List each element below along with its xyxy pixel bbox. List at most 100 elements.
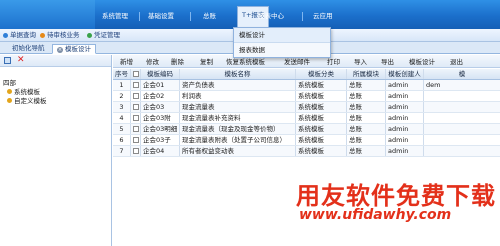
menu-system-admin[interactable]: 系统管理 — [102, 9, 128, 23]
menu-basic-settings[interactable]: 基础设置 — [148, 9, 174, 23]
table-header-row: 序号 模板编码 模板名称 模板分类 所属模块 模板创建人 模 — [113, 69, 500, 80]
checkbox[interactable] — [132, 71, 139, 77]
close-tab-icon[interactable]: × — [57, 47, 63, 53]
menu-general-ledger[interactable]: 总账 — [203, 9, 216, 23]
header-select-all[interactable] — [131, 69, 141, 79]
tree-toolbar: ✕ — [0, 55, 111, 67]
row-index: 1 — [113, 80, 131, 90]
row-template-category: 系统模板 — [296, 113, 347, 123]
tab-label: 模板设计 — [65, 45, 91, 53]
checkbox[interactable] — [132, 104, 139, 110]
row-template-code: 企会03明细 — [141, 124, 180, 134]
table-row[interactable]: 1 企会01 资产负债表 系统模板 总账 admin dem — [113, 80, 500, 91]
table-row[interactable]: 5 企会03明细 现金流量表（现金及现金等价物） 系统模板 总账 admin — [113, 124, 500, 135]
restore-system-template-button[interactable]: 恢复系统模板 — [226, 58, 265, 66]
quick-link-document-query[interactable]: 单据查询 — [3, 31, 36, 40]
header-template-name[interactable]: 模板名称 — [180, 69, 296, 79]
checkbox[interactable] — [132, 137, 139, 143]
print-button[interactable]: 打印 — [327, 58, 340, 66]
template-design-button[interactable]: 模板设计 — [409, 58, 435, 66]
row-template-category: 系统模板 — [296, 135, 347, 145]
quick-link-pending-review[interactable]: 待审核业务 — [40, 31, 80, 40]
header-module[interactable]: 所属模块 — [347, 69, 386, 79]
dropdown-item-report-data[interactable]: 报表数据 — [234, 43, 330, 58]
row-select[interactable] — [131, 135, 141, 145]
row-select[interactable] — [131, 91, 141, 101]
row-index: 6 — [113, 135, 131, 145]
row-creator: admin — [386, 146, 424, 156]
logo-area — [0, 0, 95, 29]
row-select[interactable] — [131, 80, 141, 90]
watermark-url: www.ufidawhy.com — [299, 207, 452, 223]
row-template-category: 系统模板 — [296, 80, 347, 90]
row-template-name: 所有者权益变动表 — [180, 146, 296, 156]
row-extra — [424, 91, 500, 101]
add-button[interactable]: 新增 — [120, 58, 133, 66]
folder-icon — [7, 89, 12, 94]
row-select[interactable] — [131, 113, 141, 123]
quick-link-label: 待审核业务 — [47, 31, 80, 39]
row-module: 总账 — [347, 146, 386, 156]
table-row[interactable]: 7 企会04 所有者权益变动表 系统模板 总账 admin — [113, 146, 500, 157]
checkbox[interactable] — [132, 93, 139, 99]
checkbox[interactable] — [132, 115, 139, 121]
quick-link-voucher-management[interactable]: 凭证管理 — [87, 31, 120, 40]
row-template-code: 企会03 — [141, 102, 180, 112]
row-creator: admin — [386, 102, 424, 112]
row-creator: admin — [386, 124, 424, 134]
row-extra — [424, 135, 500, 145]
row-select[interactable] — [131, 146, 141, 156]
tab-template-design[interactable]: × 模板设计 — [52, 44, 96, 54]
row-template-code: 企会01 — [141, 80, 180, 90]
quick-link-label: 单据查询 — [10, 31, 36, 39]
edit-icon[interactable] — [4, 57, 11, 64]
row-template-code: 企会04 — [141, 146, 180, 156]
send-email-button[interactable]: 发送邮件 — [284, 58, 310, 66]
row-module: 总账 — [347, 124, 386, 134]
row-template-name: 资产负债表 — [180, 80, 296, 90]
checkbox[interactable] — [132, 126, 139, 132]
template-tree-panel: ✕ 四部 系统模板 自定义模板 — [0, 55, 112, 246]
row-index: 4 — [113, 113, 131, 123]
table-row[interactable]: 2 企会02 利润表 系统模板 总账 admin — [113, 91, 500, 102]
checkbox[interactable] — [132, 148, 139, 154]
table-row[interactable]: 6 企会03子 现金流量表附表（处置子公司信息） 系统模板 总账 admin — [113, 135, 500, 146]
header-creator[interactable]: 模板创建人 — [386, 69, 424, 79]
tree-node-custom-templates[interactable]: 自定义模板 — [7, 95, 47, 105]
exit-button[interactable]: 退出 — [450, 58, 463, 66]
tab-init-navigation[interactable]: 初始化导航 — [8, 44, 49, 54]
table-row[interactable]: 3 企会03 现金流量表 系统模板 总账 admin — [113, 102, 500, 113]
copy-button[interactable]: 复制 — [200, 58, 213, 66]
tree-node-label: 自定义模板 — [14, 97, 47, 105]
table-row[interactable]: 4 企会03附 现金流量表补充资料 系统模板 总账 admin — [113, 113, 500, 124]
row-template-name: 现金流量表 — [180, 102, 296, 112]
header-template-code[interactable]: 模板编码 — [141, 69, 180, 79]
header-template-category[interactable]: 模板分类 — [296, 69, 347, 79]
menu-cloud-apps[interactable]: 云应用 — [313, 9, 333, 23]
voucher-management-icon — [87, 32, 92, 38]
row-index: 5 — [113, 124, 131, 134]
row-select[interactable] — [131, 124, 141, 134]
export-button[interactable]: 导出 — [381, 58, 394, 66]
delete-icon[interactable]: ✕ — [17, 55, 25, 66]
checkbox[interactable] — [132, 82, 139, 88]
row-template-code: 企会03子 — [141, 135, 180, 145]
template-table: 序号 模板编码 模板名称 模板分类 所属模块 模板创建人 模 1 企会01 资产负债… — [113, 69, 500, 157]
row-index: 2 — [113, 91, 131, 101]
row-module: 总账 — [347, 135, 386, 145]
row-index: 3 — [113, 102, 131, 112]
row-module: 总账 — [347, 113, 386, 123]
row-extra — [424, 124, 500, 134]
row-creator: admin — [386, 113, 424, 123]
header-extra[interactable]: 模 — [424, 69, 500, 79]
row-select[interactable] — [131, 102, 141, 112]
quick-link-label: 凭证管理 — [94, 31, 120, 39]
row-creator: admin — [386, 80, 424, 90]
import-button[interactable]: 导入 — [354, 58, 367, 66]
modify-button[interactable]: 修改 — [146, 58, 159, 66]
menu-report-center[interactable]: 报表中心 — [258, 9, 284, 23]
dropdown-item-template-design[interactable]: 模板设计 — [234, 28, 330, 43]
delete-button[interactable]: 删除 — [171, 58, 184, 66]
row-template-code: 企会03附 — [141, 113, 180, 123]
row-extra — [424, 146, 500, 156]
